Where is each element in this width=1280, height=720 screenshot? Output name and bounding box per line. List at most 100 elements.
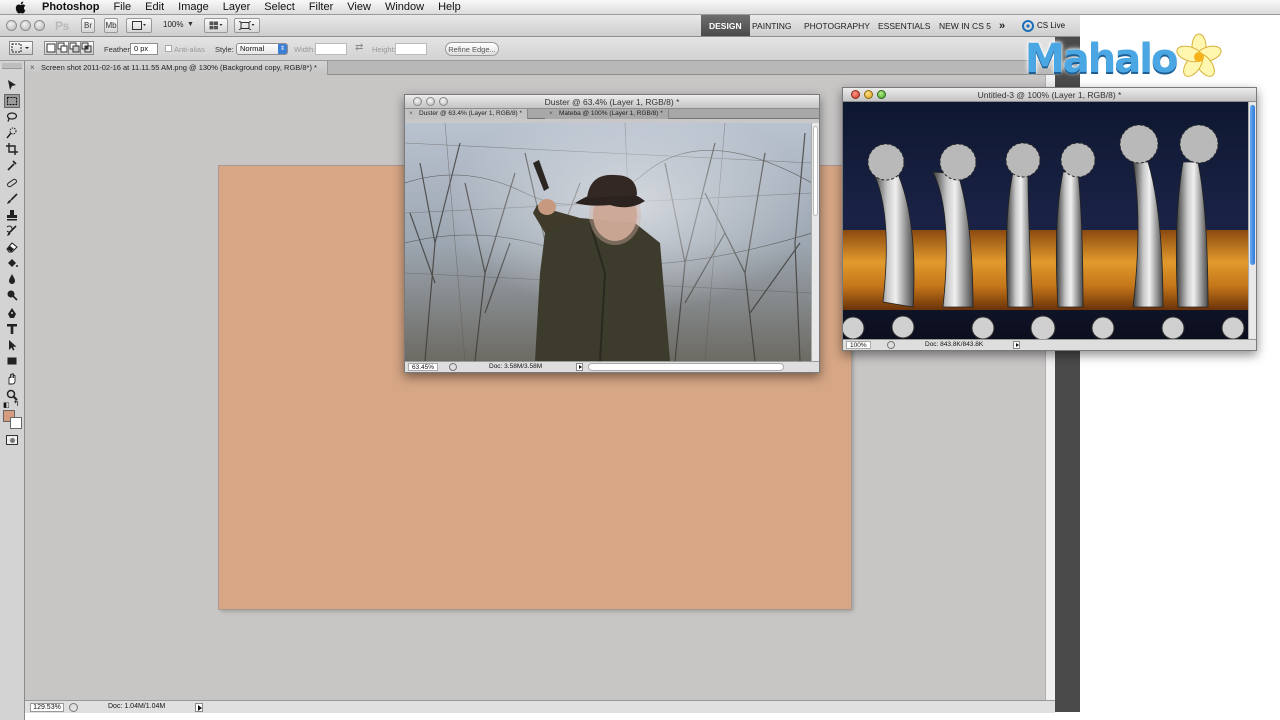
background-color-swatch[interactable] bbox=[10, 417, 22, 429]
duster-status-menu-icon[interactable] bbox=[576, 363, 583, 371]
quick-mask-icon[interactable] bbox=[6, 435, 18, 445]
history-brush-icon[interactable] bbox=[4, 224, 20, 238]
status-menu-arrow-icon[interactable] bbox=[195, 703, 203, 712]
plumeria-flower-icon bbox=[1176, 33, 1222, 77]
duster-tab[interactable]: × Duster @ 63.4% (Layer 1, RGB/8) * bbox=[405, 109, 529, 119]
menu-help[interactable]: Help bbox=[431, 0, 468, 14]
spurs-info-icon[interactable] bbox=[887, 341, 895, 349]
window-minimize-button[interactable] bbox=[20, 20, 31, 31]
type-icon[interactable] bbox=[4, 322, 20, 336]
zoom-dropdown-icon[interactable]: ▼ bbox=[187, 21, 194, 28]
duster-window-titlebar[interactable]: Duster @ 63.4% (Layer 1, RGB/8) * bbox=[405, 95, 819, 109]
window-close-button[interactable] bbox=[6, 20, 17, 31]
menu-select[interactable]: Select bbox=[257, 0, 302, 14]
spurs-minimize-button[interactable] bbox=[864, 90, 873, 99]
duster-zoom-field[interactable]: 63.45% bbox=[408, 363, 439, 371]
duster-document-window[interactable]: Duster @ 63.4% (Layer 1, RGB/8) * × Duste… bbox=[404, 94, 820, 373]
swap-dimensions-icon[interactable]: ⇄ bbox=[355, 42, 363, 53]
menu-view[interactable]: View bbox=[340, 0, 378, 14]
mac-menubar: Photoshop File Edit Image Layer Select F… bbox=[0, 0, 1280, 15]
antialias-label: Anti-alias bbox=[174, 45, 205, 54]
tool-preset-picker[interactable] bbox=[9, 41, 33, 55]
menu-app-name[interactable]: Photoshop bbox=[35, 0, 106, 14]
height-input[interactable] bbox=[395, 43, 427, 55]
bridge-button[interactable]: Br bbox=[81, 18, 95, 33]
clone-stamp-icon[interactable] bbox=[4, 208, 20, 222]
window-zoom-button[interactable] bbox=[34, 20, 45, 31]
antialias-checkbox[interactable] bbox=[165, 45, 172, 52]
spurs-zoom-button[interactable] bbox=[877, 90, 886, 99]
workspace-painting[interactable]: PAINTING bbox=[744, 15, 800, 36]
mini-bridge-button[interactable]: Mb bbox=[104, 18, 118, 33]
menu-layer[interactable]: Layer bbox=[216, 0, 258, 14]
spurs-vertical-scrollbar[interactable] bbox=[1248, 102, 1256, 341]
close-tab-icon[interactable]: × bbox=[549, 109, 553, 119]
application-bar: Ps Br Mb 100% ▼ DESIGN PAINTING PHOTOGRA… bbox=[0, 15, 1080, 37]
blur-icon[interactable] bbox=[4, 272, 20, 286]
hand-icon[interactable] bbox=[4, 372, 20, 386]
feather-input[interactable]: 0 px bbox=[130, 43, 158, 55]
status-info-icon[interactable] bbox=[69, 703, 78, 712]
view-extras-icon bbox=[132, 21, 146, 30]
apple-menu-icon[interactable] bbox=[13, 0, 27, 14]
duster-info-icon[interactable] bbox=[449, 363, 457, 371]
workspace-new-in-cs5[interactable]: NEW IN CS 5 bbox=[931, 15, 999, 36]
style-select[interactable]: Normal ⇕ bbox=[236, 43, 288, 55]
paint-bucket-icon[interactable] bbox=[4, 256, 20, 270]
duster-vertical-scrollbar[interactable] bbox=[811, 123, 819, 361]
eraser-icon[interactable] bbox=[4, 240, 20, 254]
mateba-tab[interactable]: × Mateba @ 100% (Layer 1, RGB/8) * bbox=[545, 109, 669, 119]
pen-icon[interactable] bbox=[4, 306, 20, 320]
duster-minimize-button[interactable] bbox=[426, 97, 435, 106]
spurs-vscroll-thumb[interactable] bbox=[1250, 105, 1255, 265]
menu-window[interactable]: Window bbox=[378, 0, 431, 14]
spurs-status-menu-icon[interactable] bbox=[1013, 341, 1020, 349]
shape-icon[interactable] bbox=[4, 354, 20, 368]
document-tab[interactable]: × Screen shot 2011-02-16 at 11.11.55 AM.… bbox=[25, 61, 328, 75]
duster-photo[interactable] bbox=[405, 123, 812, 361]
intersect-selection-button[interactable] bbox=[80, 41, 94, 55]
zoom-level[interactable]: 100% bbox=[163, 20, 183, 29]
arrange-documents-button[interactable] bbox=[204, 18, 228, 33]
spurs-photo[interactable] bbox=[843, 102, 1249, 341]
default-colors-icon[interactable]: ◧ bbox=[3, 401, 10, 409]
cs-live-button[interactable]: CS Live bbox=[1022, 18, 1065, 33]
menu-filter[interactable]: Filter bbox=[302, 0, 340, 14]
menu-file[interactable]: File bbox=[106, 0, 138, 14]
workspace-design[interactable]: DESIGN bbox=[701, 15, 750, 36]
duster-close-button[interactable] bbox=[413, 97, 422, 106]
eyedropper-icon[interactable] bbox=[4, 158, 20, 172]
spurs-zoom-field[interactable]: 100% bbox=[846, 341, 871, 349]
menu-edit[interactable]: Edit bbox=[138, 0, 171, 14]
marquee-icon[interactable] bbox=[4, 94, 20, 108]
spurs-doc-size: Doc: 843.8K/843.8K bbox=[925, 341, 984, 348]
spurs-close-button[interactable] bbox=[851, 90, 860, 99]
duster-vscroll-thumb[interactable] bbox=[813, 126, 818, 216]
more-workspaces-button[interactable]: » bbox=[991, 15, 1013, 36]
workspace-photography[interactable]: PHOTOGRAPHY bbox=[796, 15, 878, 36]
crop-icon[interactable] bbox=[4, 142, 20, 156]
quick-select-icon[interactable] bbox=[4, 126, 20, 140]
status-zoom-field[interactable]: 129.53% bbox=[30, 703, 64, 712]
width-input[interactable] bbox=[315, 43, 347, 55]
swap-colors-icon[interactable]: ↰ bbox=[13, 399, 20, 408]
spot-heal-icon[interactable] bbox=[4, 176, 20, 190]
close-tab-icon[interactable]: × bbox=[409, 109, 413, 119]
lasso-icon[interactable] bbox=[4, 110, 20, 124]
path-select-icon[interactable] bbox=[4, 338, 20, 352]
menu-image[interactable]: Image bbox=[171, 0, 216, 14]
tools-panel-grip[interactable] bbox=[2, 63, 22, 69]
move-icon[interactable] bbox=[4, 78, 20, 92]
refine-edge-button[interactable]: Refine Edge... bbox=[445, 42, 499, 56]
workspace-essentials[interactable]: ESSENTIALS bbox=[870, 15, 938, 36]
dodge-icon[interactable] bbox=[4, 288, 20, 302]
view-extras-button[interactable] bbox=[126, 18, 152, 33]
feather-label: Feather: bbox=[104, 45, 132, 54]
untitled-3-document-window[interactable]: Untitled-3 @ 100% (Layer 1, RGB/8) * 100… bbox=[842, 87, 1257, 351]
duster-horizontal-scrollbar[interactable] bbox=[588, 363, 784, 371]
spurs-window-titlebar[interactable]: Untitled-3 @ 100% (Layer 1, RGB/8) * bbox=[843, 88, 1256, 102]
brush-icon[interactable] bbox=[4, 192, 20, 206]
close-tab-icon[interactable]: × bbox=[30, 61, 35, 74]
screen-mode-button[interactable] bbox=[234, 18, 260, 33]
duster-zoom-button[interactable] bbox=[439, 97, 448, 106]
